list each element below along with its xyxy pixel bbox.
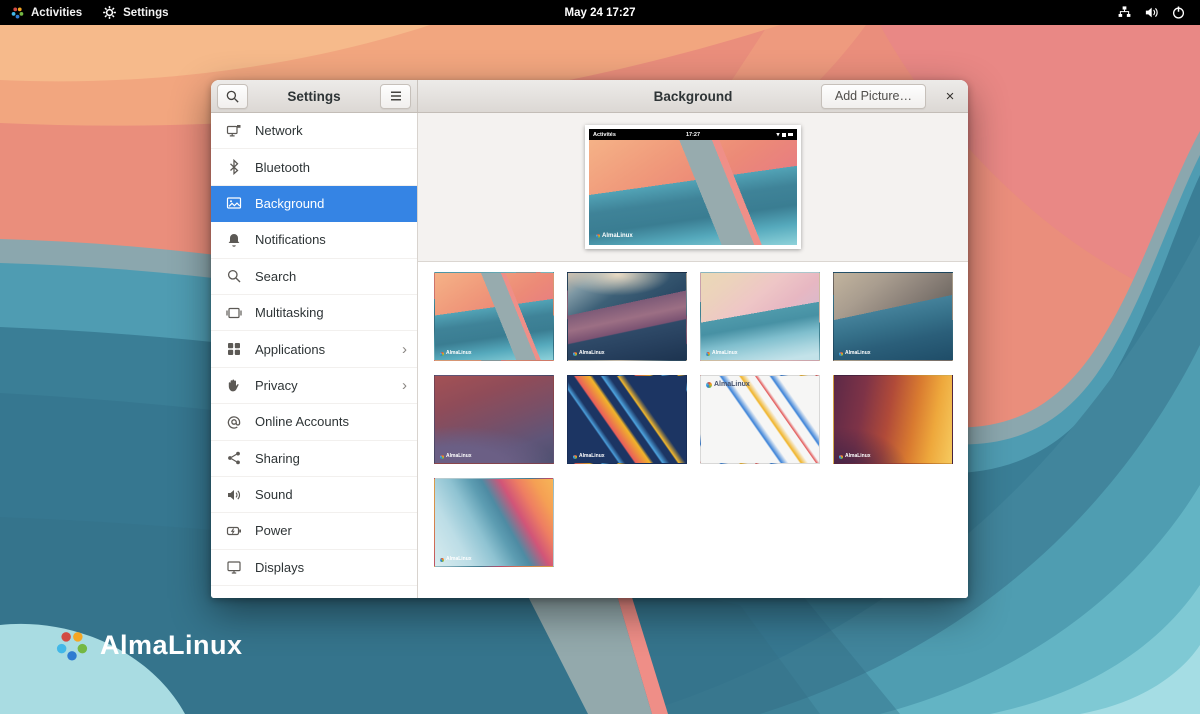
sidebar-item-sound[interactable]: Sound	[211, 477, 417, 513]
sidebar-item-label: Sharing	[255, 451, 300, 466]
share-icon	[226, 450, 242, 466]
sidebar-item-multitasking[interactable]: Multitasking	[211, 295, 417, 331]
sidebar-item-label: Bluetooth	[255, 160, 310, 175]
sidebar-item-label: Sound	[255, 487, 293, 502]
almalinux-watermark: AlmaLinux	[596, 233, 633, 239]
search-button[interactable]	[217, 84, 248, 109]
add-picture-button[interactable]: Add Picture…	[821, 84, 926, 109]
multitasking-icon	[226, 305, 242, 321]
almalinux-watermark: AlmaLinux	[706, 351, 738, 356]
preview-mini-topbar: Activités 17:27	[589, 129, 797, 140]
sidebar-item-label: Network	[255, 123, 303, 138]
sidebar-item-label: Background	[255, 196, 324, 211]
settings-window: Settings Background Add Picture… ×	[211, 80, 968, 598]
clock[interactable]: May 24 17:27	[0, 7, 1200, 19]
almalinux-logo-text: AlmaLinux	[100, 630, 243, 661]
current-background-section: Activités 17:27 AlmaLinux	[418, 113, 968, 262]
wallpaper-grid: AlmaLinux AlmaLinux AlmaLinux AlmaLinux	[434, 272, 952, 567]
monitor-icon	[226, 559, 242, 575]
bluetooth-icon	[226, 159, 242, 175]
preview-wallpaper: AlmaLinux	[589, 140, 797, 245]
apps-grid-icon	[226, 341, 242, 357]
headerbar[interactable]: Settings Background Add Picture… ×	[211, 80, 968, 113]
chevron-right-icon: ›	[402, 378, 407, 393]
almalinux-watermark: AlmaLinux	[440, 557, 472, 562]
sidebar-item-applications[interactable]: Applications ›	[211, 331, 417, 367]
system-status-area[interactable]	[1117, 5, 1200, 20]
almalinux-watermark: AlmaLinux	[839, 351, 871, 356]
sidebar-item-label: Multitasking	[255, 305, 324, 320]
wallpaper-thumbnail-waves-aqua[interactable]: AlmaLinux	[434, 478, 554, 567]
background-panel: Activités 17:27 AlmaLinux	[418, 113, 968, 598]
chevron-right-icon: ›	[402, 342, 407, 357]
sidebar-item-power[interactable]: Power	[211, 513, 417, 549]
bell-icon	[226, 232, 242, 248]
wallpaper-thumbnail-waves-day[interactable]: AlmaLinux	[434, 272, 554, 361]
volume-icon	[1144, 5, 1159, 20]
wallpaper-thumbnail-hills-maroon[interactable]: AlmaLinux	[434, 375, 554, 464]
sidebar-item-label: Privacy	[255, 378, 298, 393]
sidebar-item-label: Displays	[255, 560, 304, 575]
sidebar-item-sharing[interactable]: Sharing	[211, 441, 417, 477]
almalinux-watermark: AlmaLinux	[573, 351, 605, 356]
headerbar-right: Background Add Picture… ×	[418, 80, 968, 112]
window-body: Network Bluetooth Background Notificatio…	[211, 113, 968, 598]
wallpaper-thumbnail-waves-pastel[interactable]: AlmaLinux	[700, 272, 820, 361]
wallpaper-grid-section: AlmaLinux AlmaLinux AlmaLinux AlmaLinux	[418, 262, 968, 598]
sidebar-item-label: Applications	[255, 342, 325, 357]
almalinux-logo-icon	[10, 5, 25, 20]
activities-button[interactable]: Activities	[0, 0, 92, 25]
top-bar: Activities Settings May 24 17:27	[0, 0, 1200, 25]
almalinux-watermark: AlmaLinux	[440, 454, 472, 459]
sidebar-item-privacy[interactable]: Privacy ›	[211, 368, 417, 404]
wallpaper-icon	[226, 195, 242, 211]
hamburger-icon	[389, 90, 403, 102]
sidebar-item-search[interactable]: Search	[211, 259, 417, 295]
power-icon	[1171, 5, 1186, 20]
sidebar-item-online-accounts[interactable]: Online Accounts	[211, 404, 417, 440]
app-menu-settings[interactable]: Settings	[92, 0, 178, 25]
sidebar-item-displays[interactable]: Displays	[211, 550, 417, 586]
activities-label: Activities	[31, 7, 82, 19]
search-icon	[225, 89, 240, 104]
gear-icon	[102, 5, 117, 20]
sidebar-title: Settings	[248, 89, 380, 104]
wallpaper-thumbnail-sunset-purple[interactable]: AlmaLinux	[833, 375, 953, 464]
sidebar-item-label: Search	[255, 269, 296, 284]
sidebar-item-label: Online Accounts	[255, 414, 349, 429]
app-menu-label: Settings	[123, 7, 168, 19]
almalinux-watermark: AlmaLinux	[839, 454, 871, 459]
sidebar-item-label: Notifications	[255, 232, 326, 247]
menu-button[interactable]	[380, 84, 411, 109]
sidebar-item-network[interactable]: Network	[211, 113, 417, 149]
close-icon[interactable]: ×	[940, 89, 960, 104]
speaker-icon	[226, 487, 242, 503]
add-picture-label: Add Picture…	[835, 89, 912, 103]
wallpaper-thumbnail-splash-dark[interactable]: AlmaLinux	[567, 375, 687, 464]
sidebar-item-bluetooth[interactable]: Bluetooth	[211, 149, 417, 185]
preview-mini-clock: 17:27	[589, 132, 797, 138]
wallpaper-thumbnail-splash-light[interactable]: AlmaLinux	[700, 375, 820, 464]
sidebar: Network Bluetooth Background Notificatio…	[211, 113, 418, 598]
network-icon	[226, 123, 242, 139]
almalinux-watermark: AlmaLinux	[440, 351, 472, 356]
battery-icon	[226, 523, 242, 539]
wallpaper-thumbnail-waves-dark[interactable]: AlmaLinux	[567, 272, 687, 361]
almalinux-logo-icon	[54, 627, 90, 663]
sidebar-item-background[interactable]: Background	[211, 186, 417, 222]
almalinux-watermark: AlmaLinux	[706, 381, 750, 388]
current-background-preview: Activités 17:27 AlmaLinux	[585, 125, 801, 249]
search-icon	[226, 268, 242, 284]
wallpaper-thumbnail-waves-taupe[interactable]: AlmaLinux	[833, 272, 953, 361]
headerbar-left: Settings	[211, 80, 418, 112]
desktop: Activities Settings May 24 17:27	[0, 0, 1200, 714]
network-wired-icon	[1117, 5, 1132, 20]
sidebar-item-notifications[interactable]: Notifications	[211, 222, 417, 258]
at-icon	[226, 414, 242, 430]
hand-icon	[226, 377, 242, 393]
sidebar-item-label: Power	[255, 523, 292, 538]
desktop-branding: AlmaLinux	[54, 627, 243, 663]
almalinux-watermark: AlmaLinux	[573, 454, 605, 459]
